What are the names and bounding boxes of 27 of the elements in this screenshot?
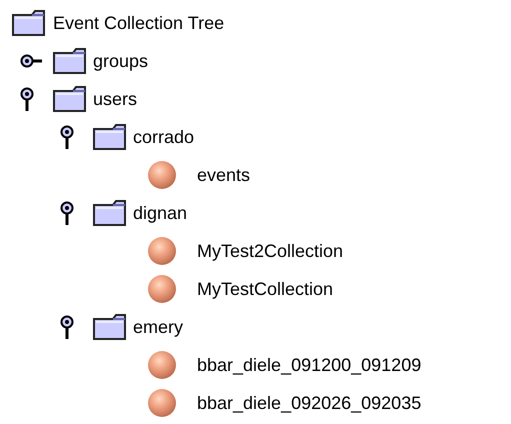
expand-handle[interactable] xyxy=(20,87,34,111)
folder-icon xyxy=(53,86,86,112)
folder-icon xyxy=(93,314,126,340)
tree-item[interactable]: events xyxy=(197,164,250,186)
ball-icon xyxy=(147,274,177,304)
tree-item[interactable]: bbar_diele_091200_091209 xyxy=(197,354,422,376)
folder-icon xyxy=(12,10,45,36)
tree-item[interactable]: emery xyxy=(133,316,184,338)
expand-handle[interactable] xyxy=(60,125,74,149)
tree-item[interactable]: users xyxy=(93,88,138,110)
tree-item[interactable]: dignan xyxy=(133,202,188,224)
ball-icon xyxy=(147,160,177,190)
tree-item[interactable]: groups xyxy=(93,50,148,72)
folder-icon xyxy=(53,48,86,74)
tree-root[interactable]: Event Collection Tree xyxy=(53,12,224,34)
expand-handle[interactable] xyxy=(20,54,42,68)
tree-item[interactable]: MyTest2Collection xyxy=(197,240,344,262)
folder-icon xyxy=(93,124,126,150)
tree-item[interactable]: corrado xyxy=(133,126,194,148)
expand-handle[interactable] xyxy=(60,201,74,225)
ball-icon xyxy=(147,236,177,266)
tree-item[interactable]: MyTestCollection xyxy=(197,278,334,300)
ball-icon xyxy=(147,350,177,380)
expand-handle[interactable] xyxy=(60,315,74,339)
tree-item[interactable]: bbar_diele_092026_092035 xyxy=(197,392,422,414)
ball-icon xyxy=(147,388,177,418)
folder-icon xyxy=(93,200,126,226)
